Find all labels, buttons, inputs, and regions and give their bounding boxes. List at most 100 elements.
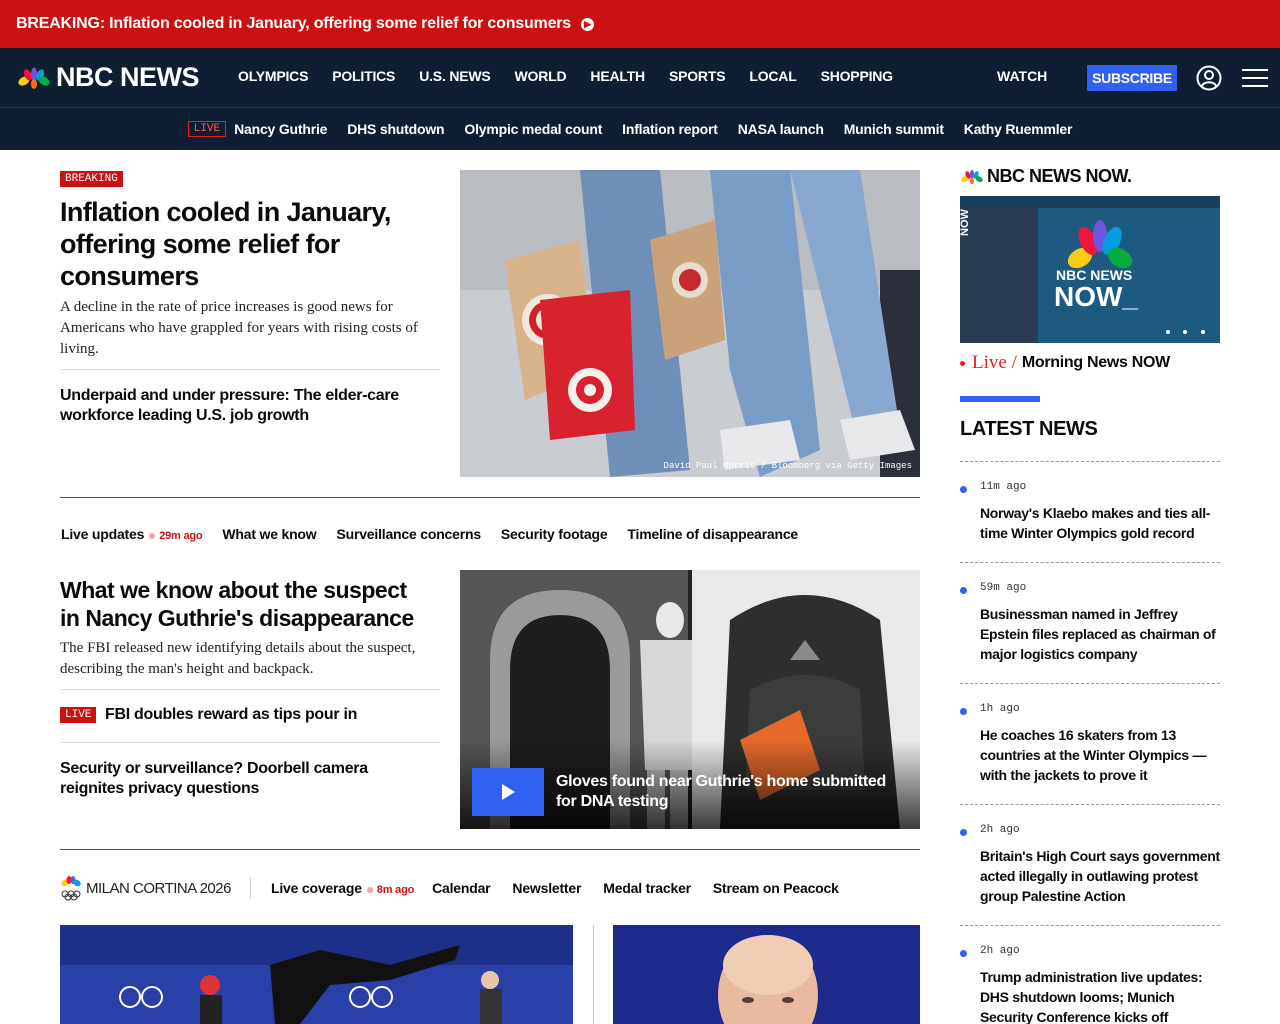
peacock-icon [961, 169, 983, 184]
watch-link[interactable]: WATCH [997, 68, 1047, 84]
live-coverage-label: Live coverage [271, 880, 362, 896]
breaking-news-banner[interactable]: BREAKING: Inflation cooled in January, o… [0, 0, 1280, 48]
nbc-news-now-logo[interactable]: NBC NEWS NOW. [960, 166, 1132, 187]
nav-shopping[interactable]: SHOPPING [821, 68, 894, 84]
latest-news-headline[interactable]: Trump administration live updates: DHS s… [980, 967, 1220, 1024]
trending-nasa-launch[interactable]: NASA launch [738, 121, 824, 137]
olympics-nav: Live coverage 8m ago Calendar Newsletter … [271, 880, 861, 896]
trending-munich-summit[interactable]: Munich summit [844, 121, 944, 137]
latest-news-time: 2h ago [980, 824, 1020, 836]
latest-news-time: 2h ago [980, 945, 1020, 957]
separator [250, 877, 251, 899]
section-divider [60, 497, 920, 498]
subnav-surveillance-concerns[interactable]: Surveillance concerns [336, 526, 481, 542]
nnn-graphic-text-large: NOW_ [1054, 281, 1138, 312]
olympics-stream-peacock[interactable]: Stream on Peacock [713, 880, 839, 896]
now-live-label: Live / [972, 352, 1017, 373]
olympics-newsletter[interactable]: Newsletter [512, 880, 581, 896]
milan-cortina-text: MILAN CORTINA 2026 [86, 879, 231, 897]
breaking-tag: BREAKING [60, 171, 123, 187]
live-updates-link[interactable]: Live updates 29m ago [61, 526, 203, 542]
lead-image-shoppers[interactable]: David Paul Morris / Bloomberg via Getty … [460, 170, 920, 477]
nav-politics[interactable]: POLITICS [332, 68, 395, 84]
trending-dhs-shutdown[interactable]: DHS shutdown [347, 121, 444, 137]
trending-olympic-medal-count[interactable]: Olympic medal count [464, 121, 602, 137]
news-now-graphic: NBC NEWS NOW_ NOW [960, 196, 1220, 343]
latest-news-item[interactable]: 2h ago Trump administration live updates… [960, 925, 1220, 1024]
latest-news-time: 11m ago [980, 481, 1027, 493]
milan-cortina-logo[interactable]: MILAN CORTINA 2026 [60, 875, 231, 901]
nav-us-news[interactable]: U.S. NEWS [419, 68, 491, 84]
chevron-right-icon: ▶ [581, 17, 594, 31]
latest-news-headline[interactable]: Businessman named in Jeffrey Epstein fil… [980, 604, 1220, 664]
image-credit: David Paul Morris / Bloomberg via Getty … [663, 461, 912, 471]
skater-image[interactable] [60, 925, 573, 1024]
shoppers-image [460, 170, 920, 477]
subscribe-button[interactable]: SUBSCRIBE [1087, 65, 1177, 91]
bullet-dot-icon [960, 950, 967, 957]
portrait-photo [613, 925, 920, 1024]
latest-news-headline[interactable]: He coaches 16 skaters from 13 countries … [980, 725, 1220, 785]
hamburger-menu-icon[interactable] [1242, 67, 1268, 89]
live-updates-label: Live updates [61, 526, 145, 542]
site-header: NBC NEWS OLYMPICS POLITICS U.S. NEWS WOR… [0, 48, 1280, 150]
now-live-title: Morning News NOW [1021, 354, 1170, 371]
bullet-dot-icon [960, 708, 967, 715]
latest-news-time: 59m ago [980, 582, 1027, 594]
latest-news-item[interactable]: 11m ago Norway's Klaebo makes and ties a… [960, 461, 1220, 562]
nbc-news-now-stream-thumbnail[interactable]: NBC NEWS NOW_ NOW [960, 196, 1220, 343]
separator [593, 925, 594, 1024]
breaking-text: Inflation cooled in January, offering so… [109, 15, 571, 32]
user-account-icon[interactable] [1196, 65, 1222, 91]
nav-local[interactable]: LOCAL [749, 68, 796, 84]
now-live-link[interactable]: Live / Morning News NOW [960, 352, 1170, 374]
trending-inflation-report[interactable]: Inflation report [622, 121, 718, 137]
latest-news-headline[interactable]: Britain's High Court says government act… [980, 846, 1220, 906]
related-doorbell-camera[interactable]: Security or surveillance? Doorbell camer… [60, 759, 430, 799]
figure-skater-photo [60, 925, 573, 1024]
subnav-timeline[interactable]: Timeline of disappearance [627, 526, 798, 542]
related-headline-elder-care[interactable]: Underpaid and under pressure: The elder-… [60, 386, 420, 426]
related-fbi-reward[interactable]: FBI doubles reward as tips pour in [105, 706, 357, 724]
lead-headline[interactable]: Inflation cooled in January, offering so… [60, 196, 420, 292]
live-dot-icon [149, 533, 156, 539]
live-coverage-link[interactable]: Live coverage 8m ago [271, 880, 420, 896]
lead-dek: A decline in the rate of price increases… [60, 299, 418, 357]
trending-nancy-guthrie[interactable]: Nancy Guthrie [234, 121, 327, 137]
trending-kathy-ruemmler[interactable]: Kathy Ruemmler [964, 121, 1073, 137]
trending-nav: LIVE Nancy Guthrie DHS shutdown Olympic … [0, 108, 1280, 150]
nav-olympics[interactable]: OLYMPICS [238, 68, 308, 84]
olympics-medal-tracker[interactable]: Medal tracker [603, 880, 691, 896]
peacock-icon [18, 67, 50, 89]
person-portrait-image[interactable] [613, 925, 920, 1024]
video-caption[interactable]: Gloves found near Guthrie's home submitt… [556, 772, 906, 812]
story2-headline[interactable]: What we know about the suspect in Nancy … [60, 576, 430, 632]
subnav-what-we-know[interactable]: What we know [222, 526, 316, 542]
play-button[interactable] [472, 768, 544, 816]
bullet-dot-icon [960, 829, 967, 836]
latest-news-title: LATEST NEWS [960, 418, 1098, 440]
nav-health[interactable]: HEALTH [590, 68, 645, 84]
logo-text: NBC NEWS [56, 62, 200, 92]
play-icon [502, 784, 515, 800]
divider [60, 742, 440, 743]
nnn-side-label: NOW [960, 209, 971, 237]
bullet-dot-icon [960, 486, 967, 493]
live-dot-icon [366, 887, 373, 893]
latest-news-item[interactable]: 1h ago He coaches 16 skaters from 13 cou… [960, 683, 1220, 804]
latest-news-item[interactable]: 59m ago Businessman named in Jeffrey Eps… [960, 562, 1220, 683]
latest-news-time: 1h ago [980, 703, 1020, 715]
olympics-calendar[interactable]: Calendar [432, 880, 491, 896]
divider [60, 369, 440, 370]
nbc-news-logo[interactable]: NBC NEWS [16, 62, 200, 93]
latest-news-headline[interactable]: Norway's Klaebo makes and ties all-time … [980, 503, 1220, 543]
latest-news-item[interactable]: 2h ago Britain's High Court says governm… [960, 804, 1220, 925]
live-dot-icon [960, 360, 965, 366]
subnav-security-footage[interactable]: Security footage [501, 526, 608, 542]
olympic-rings-peacock-icon [61, 876, 81, 901]
nav-sports[interactable]: SPORTS [669, 68, 726, 84]
nbc-news-now-text: NBC NEWS NOW. [987, 166, 1132, 186]
latest-news-accent-bar [960, 396, 1040, 402]
header-top: NBC NEWS OLYMPICS POLITICS U.S. NEWS WOR… [0, 48, 1280, 108]
nav-world[interactable]: WORLD [515, 68, 567, 84]
